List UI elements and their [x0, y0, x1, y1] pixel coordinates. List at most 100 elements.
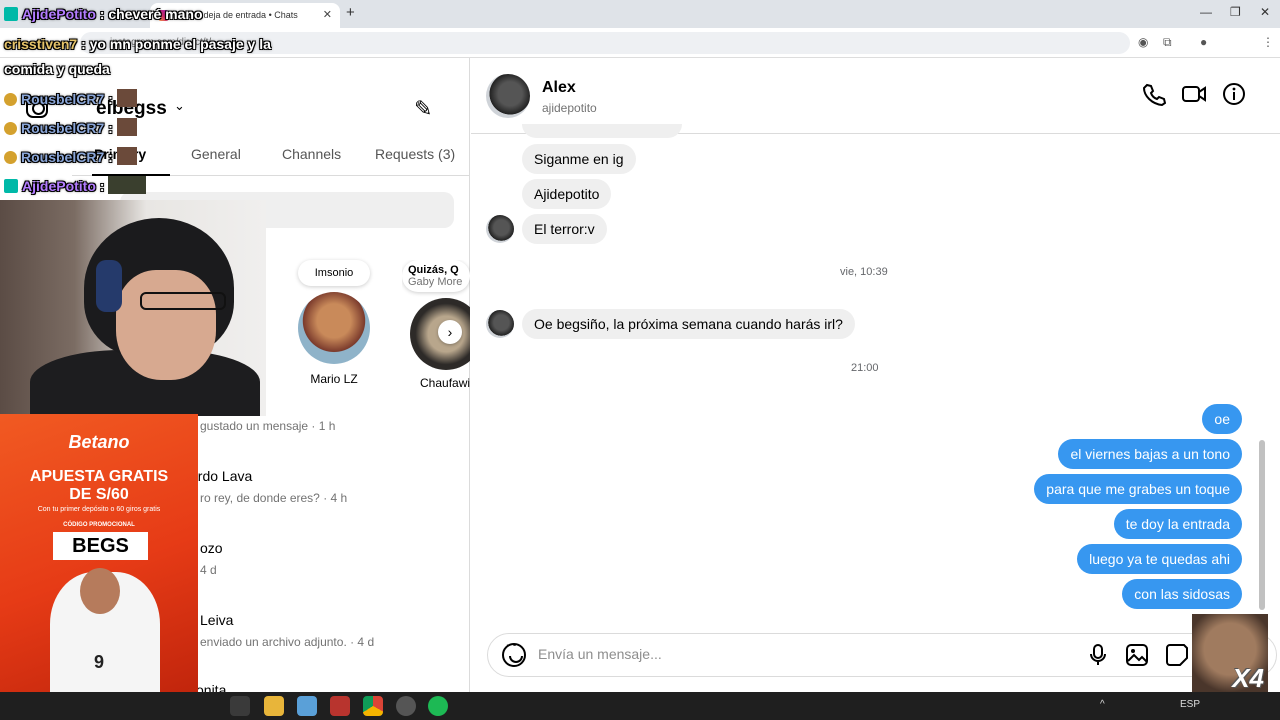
avatar [486, 310, 514, 338]
chat-coin-icon [4, 93, 17, 106]
language-indicator[interactable]: ESP [1180, 699, 1200, 710]
app-icon[interactable] [297, 696, 317, 716]
image-icon[interactable] [1126, 644, 1148, 672]
message-input[interactable] [538, 646, 1068, 662]
chat-text: : cheveré mano [99, 6, 203, 22]
spotify-icon[interactable] [428, 696, 448, 716]
close-window-icon[interactable]: ✕ [1260, 5, 1270, 19]
chat-user: AjidePotito [22, 178, 96, 194]
message-bubble[interactable]: Siganme en ig [522, 144, 636, 174]
message-bubble[interactable]: El terror:v [522, 214, 607, 244]
webcam-overlay [0, 200, 266, 416]
minimize-icon[interactable]: — [1200, 5, 1212, 19]
chat-text: comida y queda [4, 61, 110, 77]
chat-user: RousbelCR7 [21, 91, 105, 107]
tab-requests[interactable]: Requests (3) [375, 146, 455, 162]
chat-coin-icon [4, 122, 17, 135]
close-tab-icon[interactable]: ✕ [323, 3, 332, 28]
conversation-preview[interactable]: ro rey, de donde eres? · 4 h [200, 491, 347, 505]
obs-icon[interactable] [396, 696, 416, 716]
info-icon[interactable] [1222, 82, 1246, 112]
chevron-down-icon[interactable]: ⌄ [174, 98, 185, 114]
avatar[interactable] [486, 74, 530, 118]
next-notes-icon[interactable]: › [438, 320, 462, 344]
video-call-icon[interactable] [1181, 82, 1207, 112]
contact-handle: ajidepotito [542, 101, 597, 115]
headphones-icon [96, 260, 122, 312]
conversation-name[interactable]: ozo [200, 540, 223, 556]
profile-icon[interactable]: ● [1200, 35, 1207, 49]
chat-coin-icon [4, 151, 17, 164]
meme-multiplier: X4 [1232, 663, 1264, 693]
chat-emote-icon [116, 118, 137, 136]
chat-user: RousbelCR7 [21, 149, 105, 165]
meme-overlay: X4 [1192, 614, 1268, 693]
ad-brand-logo: Betano [68, 432, 130, 452]
app-icon[interactable] [330, 696, 350, 716]
ad-code-label: CÓDIGO PROMOCIONAL [63, 522, 135, 528]
avatar [486, 215, 514, 243]
ad-small-print: Con tu primer depósito o 60 giros gratis [37, 506, 161, 513]
note-bubble: Quizás, Q Gaby More [402, 260, 470, 292]
stream-chat-line: comida y queda [4, 61, 110, 77]
chat-user: crisstiven7 [4, 36, 78, 52]
phone-icon[interactable] [1142, 82, 1167, 112]
opera-icon[interactable]: ◉ [1138, 35, 1148, 49]
avatar [298, 292, 370, 364]
stream-chat-line: AjidePotito : cheveré mano [4, 6, 203, 22]
new-message-icon[interactable]: ✎ [414, 96, 432, 122]
chrome-icon[interactable] [363, 696, 383, 716]
chat-badge-icon [4, 179, 18, 193]
message-bubble-sent[interactable]: con las sidosas [1122, 579, 1242, 609]
conversation-preview[interactable]: enviado un archivo adjunto. · 4 d [200, 635, 374, 649]
microphone-icon[interactable] [1088, 644, 1108, 672]
menu-icon[interactable]: ⋮ [1262, 35, 1274, 49]
conversation-pane: Alex ajidepotito Siganme en ig Ajidepoti… [471, 58, 1280, 692]
emoji-icon[interactable] [502, 643, 526, 667]
tab-channels[interactable]: Channels [282, 146, 341, 162]
sponsor-ad: Betano APUESTA GRATIS DE S/60 Con tu pri… [0, 414, 198, 692]
chat-emote-icon [116, 89, 137, 107]
contact-name[interactable]: Alex [542, 79, 576, 97]
tray-chevron-icon[interactable]: ^ [1100, 699, 1105, 710]
message-bubble[interactable]: Oe begsiño, la próxima semana cuando har… [522, 309, 855, 339]
stream-chat-line: RousbelCR7 : [4, 147, 137, 165]
note-card[interactable]: Imsonio Mario LZ [298, 260, 370, 386]
streamer-glasses [140, 292, 226, 310]
message-bubble-sent[interactable]: para que me grabes un toque [1034, 474, 1242, 504]
conversation-preview[interactable]: 4 d [200, 563, 217, 577]
taskbar: ^ ESP [0, 692, 1280, 720]
chat-emote-icon [116, 147, 137, 165]
stream-chat-line: crisstiven7 : yo mn ponme el pasaje y la [4, 36, 271, 52]
chat-user: AjidePotito [22, 6, 96, 22]
conversation-name[interactable]: ardo Lava [190, 468, 252, 484]
message-bubble-sent[interactable]: oe [1202, 404, 1242, 434]
conversation-preview[interactable]: gustado un mensaje · 1 h [200, 419, 335, 433]
ad-promo-code: BEGS [53, 532, 148, 560]
chat-badge-icon [4, 7, 18, 21]
ad-player-head [80, 568, 120, 614]
stream-chat-line: RousbelCR7 : [4, 118, 137, 136]
file-explorer-icon[interactable] [264, 696, 284, 716]
message-bubble-sent[interactable]: el viernes bajas a un tono [1058, 439, 1242, 469]
message-bubble[interactable]: Ajidepotito [522, 179, 612, 209]
chat-text: : yo mn ponme el pasaje y la [81, 36, 271, 52]
chat-emote-icon [108, 176, 147, 194]
note-name: Chaufawi [420, 376, 470, 390]
sticker-icon[interactable] [1166, 644, 1188, 672]
new-tab-button[interactable]: + [346, 4, 355, 21]
conversation-header: Alex ajidepotito [471, 58, 1280, 134]
scrollbar[interactable] [1259, 440, 1265, 610]
maximize-icon[interactable]: ❐ [1230, 5, 1241, 19]
note-text: Quizás, Q [408, 264, 459, 276]
extensions-icon[interactable]: ⧉ [1163, 35, 1172, 50]
message-bubble-sent[interactable]: luego ya te quedas ahi [1077, 544, 1242, 574]
conversation-name[interactable]: Leiva [200, 612, 233, 628]
streamer-face [116, 270, 216, 380]
stream-chat-line: RousbelCR7 : [4, 89, 137, 107]
message-bubble-partial [522, 124, 682, 138]
message-bubble-sent[interactable]: te doy la entrada [1113, 509, 1242, 539]
task-view-icon[interactable] [230, 696, 250, 716]
tab-general[interactable]: General [191, 146, 241, 162]
ad-jersey-number: 9 [94, 652, 105, 672]
